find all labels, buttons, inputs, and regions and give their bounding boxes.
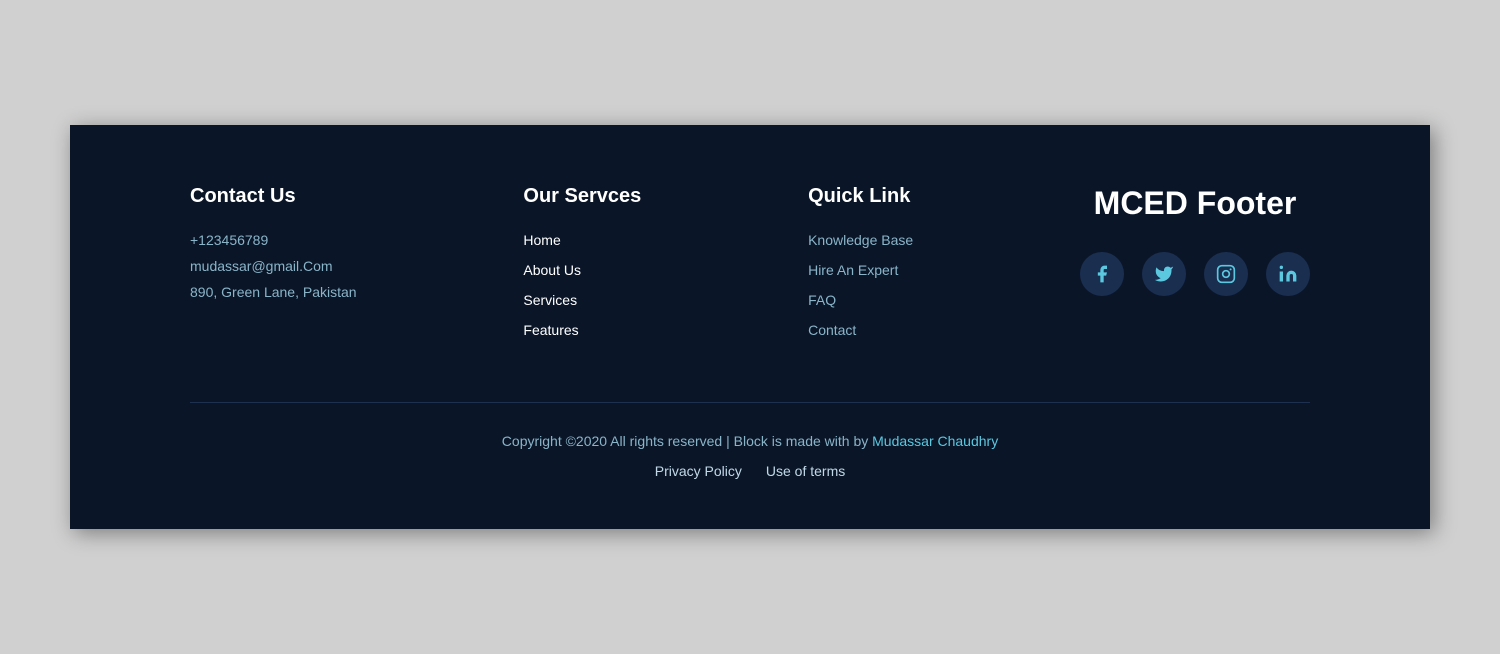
quicklink-faq[interactable]: FAQ bbox=[808, 292, 913, 308]
footer-bottom-links: Privacy Policy Use of terms bbox=[655, 463, 846, 479]
social-icons-group bbox=[1080, 252, 1310, 296]
services-link-services[interactable]: Services bbox=[523, 292, 641, 308]
twitter-icon[interactable] bbox=[1142, 252, 1186, 296]
quicklink-title: Quick Link bbox=[808, 185, 913, 208]
copyright-static: Copyright ©2020 All rights reserved | Bl… bbox=[502, 433, 872, 449]
quicklink-contact[interactable]: Contact bbox=[808, 322, 913, 338]
privacy-policy-link[interactable]: Privacy Policy bbox=[655, 463, 742, 479]
contact-email: mudassar@gmail.Com bbox=[190, 258, 357, 274]
contact-address: 890, Green Lane, Pakistan bbox=[190, 284, 357, 300]
services-link-features[interactable]: Features bbox=[523, 322, 641, 338]
footer-top-section: Contact Us +123456789 mudassar@gmail.Com… bbox=[190, 185, 1310, 352]
services-column: Our Servces Home About Us Services Featu… bbox=[523, 185, 641, 352]
quicklink-knowledge[interactable]: Knowledge Base bbox=[808, 232, 913, 248]
services-link-about[interactable]: About Us bbox=[523, 262, 641, 278]
footer-bottom-section: Copyright ©2020 All rights reserved | Bl… bbox=[190, 402, 1310, 479]
footer-wrapper: Contact Us +123456789 mudassar@gmail.Com… bbox=[70, 125, 1430, 529]
copyright-author-link[interactable]: Mudassar Chaudhry bbox=[872, 433, 998, 449]
use-of-terms-link[interactable]: Use of terms bbox=[766, 463, 845, 479]
services-link-home[interactable]: Home bbox=[523, 232, 641, 248]
contact-phone: +123456789 bbox=[190, 232, 357, 248]
quicklink-expert[interactable]: Hire An Expert bbox=[808, 262, 913, 278]
linkedin-icon[interactable] bbox=[1266, 252, 1310, 296]
services-title: Our Servces bbox=[523, 185, 641, 208]
brand-column: MCED Footer bbox=[1080, 185, 1310, 296]
instagram-icon[interactable] bbox=[1204, 252, 1248, 296]
facebook-icon[interactable] bbox=[1080, 252, 1124, 296]
contact-column: Contact Us +123456789 mudassar@gmail.Com… bbox=[190, 185, 357, 310]
quicklink-column: Quick Link Knowledge Base Hire An Expert… bbox=[808, 185, 913, 352]
brand-title: MCED Footer bbox=[1094, 185, 1297, 222]
contact-title: Contact Us bbox=[190, 185, 357, 208]
copyright-text: Copyright ©2020 All rights reserved | Bl… bbox=[502, 433, 998, 449]
